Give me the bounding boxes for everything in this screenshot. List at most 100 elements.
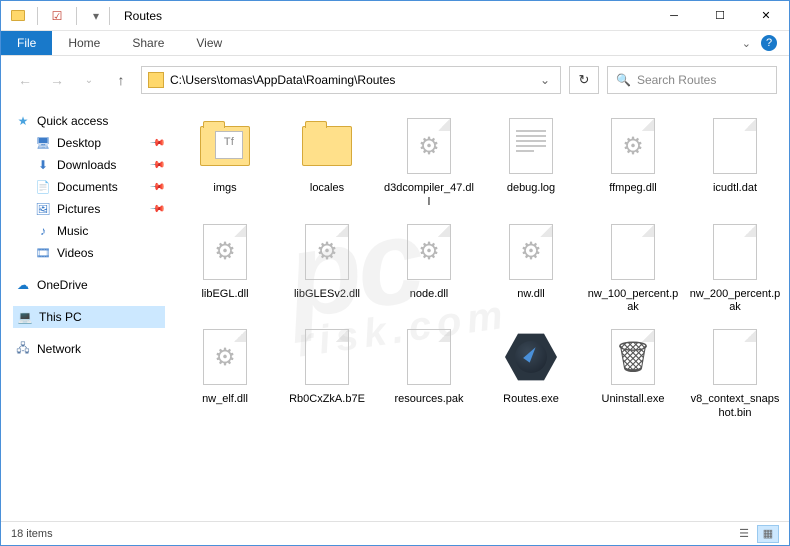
forward-button[interactable]: → [45, 68, 69, 92]
sidebar-item-label: Documents [57, 180, 118, 194]
file-icon: ⚙ [193, 325, 257, 389]
file-list[interactable]: ᵀᶠimgs locales ⚙ d3dcompiler_47.dll debug.lo… [169, 98, 789, 528]
file-item[interactable]: locales [279, 110, 375, 210]
file-icon: ⚙ [295, 220, 359, 284]
file-item[interactable]: Routes.exe [483, 321, 579, 421]
desktop-icon: 🖥 [35, 135, 51, 151]
recent-dropdown-icon[interactable]: ⌄ [77, 68, 101, 92]
file-item[interactable]: ⚙libEGL.dll [177, 216, 273, 316]
sidebar-item-downloads[interactable]: ⬇ Downloads 📌 [13, 154, 165, 176]
downloads-icon: ⬇ [35, 157, 51, 173]
minimize-button[interactable]: ─ [651, 1, 697, 31]
sidebar-item-documents[interactable]: 📄 Documents 📌 [13, 176, 165, 198]
file-label: libGLESv2.dll [294, 288, 360, 302]
sidebar-item-label: Music [57, 224, 88, 238]
file-item[interactable]: ⚙ node.dll [381, 216, 477, 316]
maximize-button[interactable]: ☐ [697, 1, 743, 31]
sidebar-item-label: This PC [39, 310, 82, 324]
pictures-icon: 🖼 [35, 201, 51, 217]
back-button[interactable]: ← [13, 68, 37, 92]
tab-share[interactable]: Share [116, 31, 180, 55]
file-item[interactable]: Rb0CxZkA.b7E [279, 321, 375, 421]
search-box[interactable]: 🔍 Search Routes [607, 66, 777, 94]
sidebar-item-videos[interactable]: 🎞Videos [13, 242, 165, 264]
refresh-button[interactable]: ↻ [569, 66, 599, 94]
file-item[interactable]: icudtl.dat [687, 110, 783, 210]
file-tab[interactable]: File [1, 31, 52, 55]
file-icon [703, 220, 767, 284]
file-icon [499, 114, 563, 178]
pin-icon: 📌 [148, 179, 165, 196]
sidebar-network[interactable]: 🖧Network [13, 338, 165, 360]
file-label: icudtl.dat [713, 182, 757, 196]
file-label: Uninstall.exe [602, 393, 665, 407]
file-icon: ⚙ [397, 114, 461, 178]
tab-view[interactable]: View [180, 31, 238, 55]
quick-access[interactable]: ★ Quick access [13, 110, 165, 132]
details-view-button[interactable]: ☰ [733, 525, 755, 543]
close-button[interactable]: ✕ [743, 1, 789, 31]
qat-dropdown-icon[interactable]: ▾ [87, 7, 105, 25]
file-label: nw_100_percent.pak [587, 288, 679, 316]
pin-icon: 📌 [148, 157, 165, 174]
sidebar-this-pc[interactable]: 💻This PC [13, 306, 165, 328]
help-icon[interactable]: ? [761, 35, 777, 51]
videos-icon: 🎞 [35, 245, 51, 261]
tab-home[interactable]: Home [52, 31, 116, 55]
qat: ☑ ▾ [9, 7, 105, 25]
expand-ribbon-icon[interactable]: ⌄ [742, 37, 751, 50]
file-icon [397, 325, 461, 389]
pin-icon: 📌 [148, 201, 165, 218]
quick-access-label: Quick access [37, 114, 108, 128]
nav-bar: ← → ⌄ ↑ ⌄ ↻ 🔍 Search Routes [1, 62, 789, 98]
file-item[interactable]: 🗑Uninstall.exe [585, 321, 681, 421]
file-label: d3dcompiler_47.dll [383, 182, 475, 210]
folder-icon[interactable] [9, 7, 27, 25]
file-item[interactable]: nw_200_percent.pak [687, 216, 783, 316]
file-item[interactable]: nw_100_percent.pak [585, 216, 681, 316]
properties-icon[interactable]: ☑ [48, 7, 66, 25]
address-input[interactable] [170, 73, 536, 87]
file-icon: ᵀᶠ [193, 114, 257, 178]
file-icon [703, 114, 767, 178]
pin-icon: 📌 [148, 135, 165, 152]
file-label: libEGL.dll [201, 288, 248, 302]
sidebar-item-pictures[interactable]: 🖼 Pictures 📌 [13, 198, 165, 220]
address-folder-icon [148, 72, 164, 88]
search-icon: 🔍 [616, 73, 631, 87]
file-item[interactable]: v8_context_snapshot.bin [687, 321, 783, 421]
cloud-icon: ☁ [15, 277, 31, 293]
sidebar-onedrive[interactable]: ☁OneDrive [13, 274, 165, 296]
icons-view-button[interactable]: ▦ [757, 525, 779, 543]
file-item[interactable]: resources.pak [381, 321, 477, 421]
sidebar-item-music[interactable]: ♪Music [13, 220, 165, 242]
address-dropdown-icon[interactable]: ⌄ [536, 73, 554, 87]
sidebar-item-label: Downloads [57, 158, 116, 172]
file-label: Rb0CxZkA.b7E [289, 393, 365, 407]
file-label: ffmpeg.dll [609, 182, 657, 196]
address-bar[interactable]: ⌄ [141, 66, 561, 94]
file-icon: ⚙ [601, 114, 665, 178]
sidebar-item-desktop[interactable]: 🖥Desktop📌 [13, 132, 165, 154]
item-count: 18 items [11, 528, 53, 540]
file-item[interactable]: ⚙ d3dcompiler_47.dll [381, 110, 477, 210]
file-icon [295, 114, 359, 178]
file-item[interactable]: ⚙nw.dll [483, 216, 579, 316]
sidebar-item-label: Network [37, 342, 81, 356]
file-item[interactable]: ⚙nw_elf.dll [177, 321, 273, 421]
sidebar-item-label: Pictures [57, 202, 100, 216]
file-item[interactable]: ⚙ ffmpeg.dll [585, 110, 681, 210]
documents-icon: 📄 [35, 179, 51, 195]
file-icon [601, 220, 665, 284]
star-icon: ★ [15, 113, 31, 129]
file-icon: ⚙ [397, 220, 461, 284]
file-item[interactable]: debug.log [483, 110, 579, 210]
file-item[interactable]: ᵀᶠimgs [177, 110, 273, 210]
file-label: node.dll [410, 288, 449, 302]
file-item[interactable]: ⚙ libGLESv2.dll [279, 216, 375, 316]
file-icon [703, 325, 767, 389]
window-title: Routes [124, 9, 162, 23]
file-label: locales [310, 182, 344, 196]
title-bar: ☑ ▾ Routes ─ ☐ ✕ [1, 1, 789, 31]
up-button[interactable]: ↑ [109, 68, 133, 92]
